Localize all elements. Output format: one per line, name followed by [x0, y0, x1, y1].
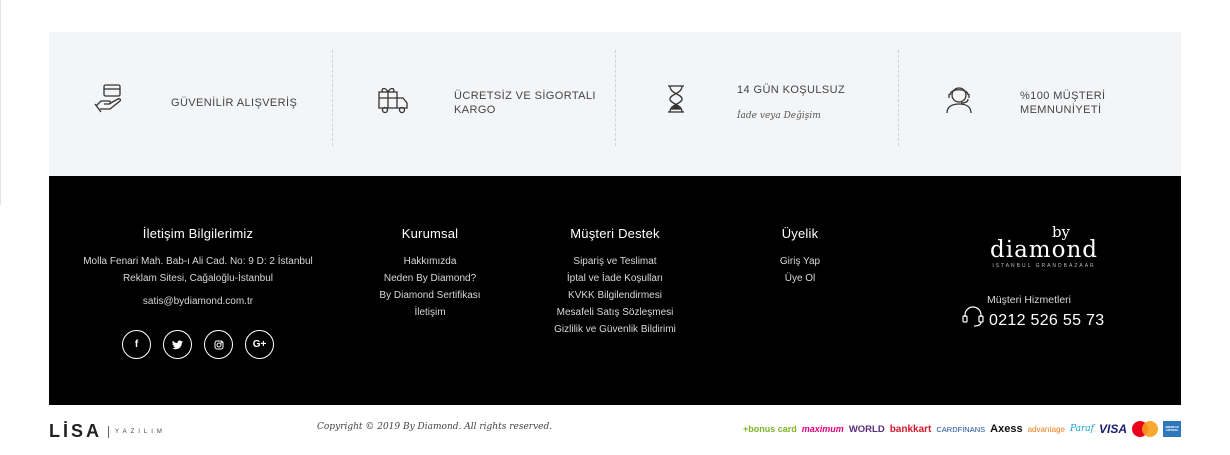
address-line: Reklam Sitesi, Cağaloğlu-İstanbul	[122, 273, 274, 284]
copyright-text: Copyright © 2019 By Diamond. All rights …	[317, 422, 553, 432]
email-link[interactable]: satis@bydiamond.com.tr	[49, 293, 347, 310]
login-link[interactable]: Giriş Yap	[749, 253, 851, 270]
feature-title: GÜVENİLİR ALIŞVERİŞ	[171, 97, 298, 109]
support-heading: Müşteri Destek	[570, 226, 660, 241]
footer-link-return-policy[interactable]: İptal ve İade Koşulları	[539, 270, 691, 287]
brand-logo[interactable]: by diamond ISTANBUL GRANDBAZAAR	[954, 225, 1134, 270]
feature-return: 14 GÜN KOŞULSUZ İade veya Değişim	[615, 32, 898, 176]
visa-logo: VISA	[1098, 422, 1127, 436]
feature-title: ÜCRETSİZ VE SİGORTALI KARGO	[454, 90, 596, 116]
instagram-icon[interactable]	[204, 330, 233, 359]
feature-subtitle: İade veya Değişim	[737, 111, 821, 121]
register-link[interactable]: Üye Ol	[749, 270, 851, 287]
facebook-icon[interactable]: f	[122, 330, 151, 359]
support-column: Müşteri Destek Sipariş ve Teslimat İptal…	[539, 226, 691, 338]
contact-column: İletişim Bilgilerimiz Molla Fenari Mah. …	[49, 226, 347, 359]
footer-link-privacy[interactable]: Gizlilik ve Güvenlik Bildirimi	[539, 321, 691, 338]
bankkart-logo: bankkart	[889, 423, 932, 435]
feature-free-shipping: ÜCRETSİZ VE SİGORTALI KARGO	[332, 32, 615, 176]
social-links: f G+	[49, 330, 347, 359]
feature-title: 14 GÜN KOŞULSUZ	[737, 84, 846, 96]
support-agent-icon	[946, 87, 972, 114]
maximum-logo: maximum	[801, 424, 844, 434]
google-plus-icon[interactable]: G+	[245, 330, 274, 359]
hand-card-icon	[94, 84, 122, 113]
mastercard-logo	[1132, 421, 1158, 437]
lisa-separator	[108, 425, 110, 438]
paraf-logo: Paraf	[1069, 424, 1094, 434]
page-edge	[0, 0, 1, 205]
bonus-card-logo: +bonus card	[743, 424, 797, 434]
feature-satisfaction: %100 MÜŞTERİ MEMNUNİYETİ	[898, 32, 1181, 176]
membership-heading: Üyelik	[781, 226, 819, 241]
corporate-column: Kurumsal Hakkımızda Neden By Diamond? By…	[349, 226, 511, 321]
customer-service-label: Müşteri Hizmetleri	[987, 294, 1072, 306]
contact-heading: İletişim Bilgilerimiz	[142, 226, 254, 241]
footer-link-order-delivery[interactable]: Sipariş ve Teslimat	[539, 253, 691, 270]
lisa-logo-sub: YAZILIM	[115, 428, 166, 435]
features-strip: GÜVENİLİR ALIŞVERİŞ ÜCRETSİZ VE SİGORTAL…	[49, 32, 1181, 176]
footer-link-contact[interactable]: İletişim	[349, 304, 511, 321]
footer-link-certificate[interactable]: By Diamond Sertifikası	[349, 287, 511, 304]
world-logo: WORLD	[848, 423, 885, 435]
gift-truck-icon	[378, 87, 408, 114]
bottom-bar: LİSA YAZILIM Copyright © 2019 By Diamond…	[49, 405, 1181, 455]
hourglass-icon	[668, 85, 684, 113]
twitter-icon[interactable]	[163, 330, 192, 359]
brand-name: diamond	[990, 237, 1098, 263]
corporate-heading: Kurumsal	[401, 226, 459, 241]
lisa-logo[interactable]: LİSA YAZILIM	[49, 421, 166, 442]
footer-link-kvkk[interactable]: KVKK Bilgilendirmesi	[539, 287, 691, 304]
membership-column: Üyelik Giriş Yap Üye Ol	[749, 226, 851, 287]
footer-link-why[interactable]: Neden By Diamond?	[349, 270, 511, 287]
lisa-logo-text: LİSA	[49, 421, 103, 441]
cardfinans-logo: CARDFİNANS	[936, 424, 986, 434]
axess-logo: Axess	[990, 423, 1023, 435]
customer-service-phone[interactable]: 0212 526 55 73	[989, 312, 1104, 330]
feature-title: %100 MÜŞTERİ MEMNUNİYETİ	[1020, 90, 1106, 116]
brand-subtitle: ISTANBUL GRANDBAZAAR	[992, 263, 1096, 269]
advantage-logo: advantage	[1027, 424, 1065, 434]
payment-cards: +bonus card maximum WORLD bankkart CARDF…	[743, 421, 1181, 437]
address-line: Molla Fenari Mah. Bab-ı Ali Cad. No: 9 D…	[83, 256, 313, 267]
footer-link-about[interactable]: Hakkımızda	[349, 253, 511, 270]
footer-link-distance-sales[interactable]: Mesafeli Satış Sözleşmesi	[539, 304, 691, 321]
headset-icon	[962, 306, 984, 327]
feature-secure-shopping: GÜVENİLİR ALIŞVERİŞ	[49, 32, 332, 176]
footer-main: İletişim Bilgilerimiz Molla Fenari Mah. …	[49, 176, 1181, 405]
amex-logo: AMERICAN EXPRESS	[1163, 421, 1181, 437]
